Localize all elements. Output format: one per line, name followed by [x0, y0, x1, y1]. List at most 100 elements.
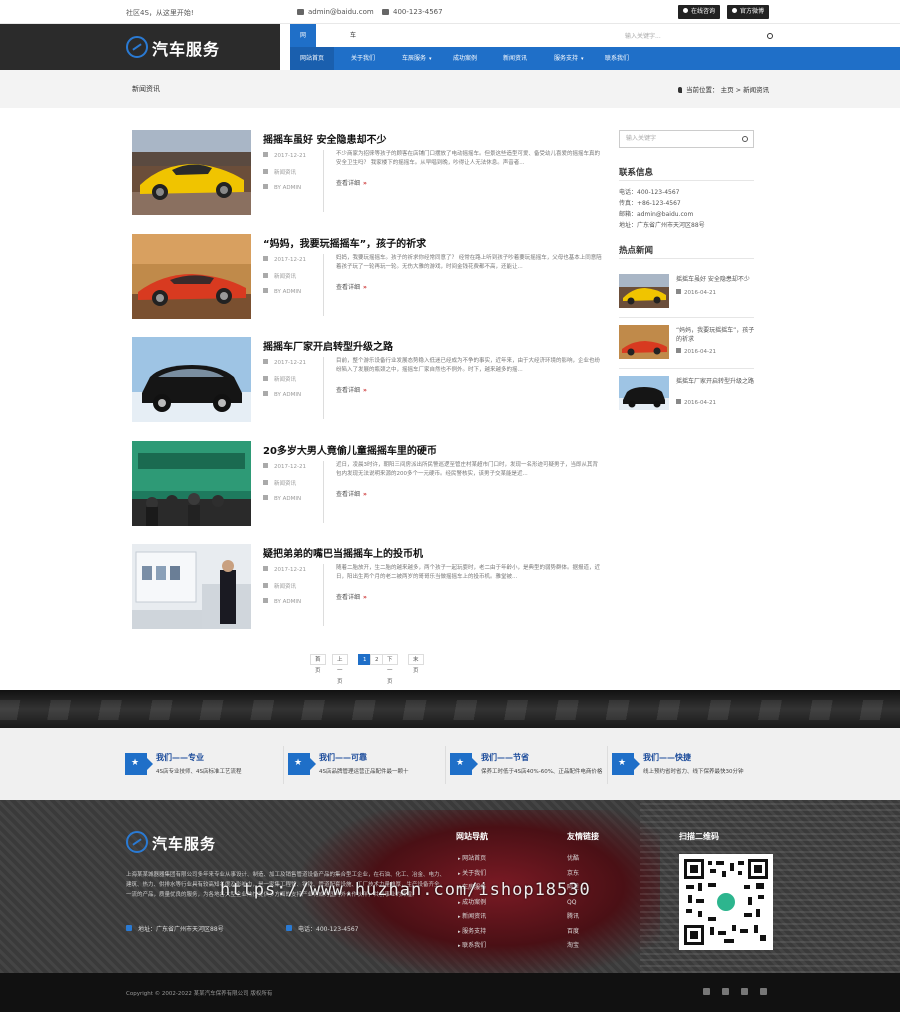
article-title[interactable]: 摇摇车厂家开启转型升级之路 — [263, 338, 393, 353]
hot-news-title[interactable]: 摇摇车虽好 安全隐患却不少 — [676, 275, 756, 284]
friend-links-heading: 友情链接 — [567, 832, 599, 841]
search-icon[interactable] — [767, 33, 773, 39]
hot-news-title[interactable]: “妈妈，我要玩摇摇车”，孩子的祈求 — [676, 326, 756, 344]
article-author: BY ADMIN — [263, 184, 301, 191]
article-title[interactable]: 疑把弟弟的嘴巴当摇摇车上的投币机 — [263, 545, 423, 560]
hot-news-date: 2016-04-21 — [676, 399, 716, 406]
hot-news-thumbnail[interactable] — [619, 376, 669, 410]
page-first[interactable]: 首页 — [310, 654, 326, 674]
article-thumbnail[interactable] — [132, 234, 251, 319]
qq-icon[interactable] — [741, 988, 748, 995]
read-more-link[interactable]: 查看详细» — [336, 282, 367, 291]
article-thumbnail[interactable] — [132, 130, 251, 215]
read-more-link[interactable]: 查看详细» — [336, 385, 367, 394]
phone-icon — [382, 9, 389, 15]
features-bar: ★ 我们——专业 4S店专业技师、4S店标准工艺流程 ★ 我们——可靠 4S店品… — [0, 728, 900, 800]
page-prev[interactable]: 上一页 — [332, 654, 348, 685]
sidebar-search-input[interactable]: 输入关键字 — [619, 130, 754, 148]
qr-logo-icon — [715, 891, 737, 913]
footer-nav-contact[interactable]: 联系我们 — [458, 939, 486, 954]
logo-area[interactable]: 汽车服务 — [0, 24, 280, 70]
calendar-icon — [676, 399, 681, 404]
footer-nav-list: 网站首页 关于我们 车房服务 成功案例 新闻资讯 服务支持 联系我们 — [458, 852, 486, 954]
official-weibo-label: 官方微博 — [740, 8, 765, 15]
article-title[interactable]: 20多岁大男人竟偷儿童摇摇车里的硬币 — [263, 442, 437, 457]
article-thumbnail[interactable] — [132, 441, 251, 526]
contact-fax: 传真：+86-123-4567 — [619, 200, 681, 207]
friend-link[interactable]: 淘宝 — [567, 939, 579, 954]
copyright-text: Copyright © 2002-2022 某某汽车保养有限公司 版权所有 — [126, 991, 273, 997]
contact-address: 地址：广东省广州市天河区88号 — [619, 222, 705, 229]
nav-news[interactable]: 新闻资讯 — [503, 47, 527, 70]
article-title[interactable]: 摇摇车虽好 安全隐患却不少 — [263, 131, 386, 146]
header-search-input[interactable]: 输入关键字... — [625, 30, 775, 43]
feature-title: 我们——可靠 — [319, 753, 367, 762]
friend-link[interactable]: 腾讯 — [567, 910, 579, 925]
online-consult-button[interactable]: 在线咨询 — [678, 5, 721, 19]
official-weibo-button[interactable]: 官方微博 — [727, 5, 770, 19]
breadcrumb-text[interactable]: 当前位置： 主页 > 新闻资讯 — [686, 86, 769, 94]
read-more-link[interactable]: 查看详细» — [336, 178, 367, 187]
online-consult-label: 在线咨询 — [691, 8, 716, 15]
nav-cases[interactable]: 成功案例 — [453, 47, 477, 70]
nav-home[interactable]: 网站首页 — [290, 47, 335, 70]
article-thumbnail[interactable] — [132, 337, 251, 422]
nav-contact[interactable]: 联系我们 — [605, 47, 629, 70]
divider — [619, 368, 754, 369]
social-icon-2[interactable] — [722, 988, 729, 995]
cart-icon[interactable] — [760, 988, 767, 995]
article-date: 2017-12-21 — [263, 256, 306, 263]
read-more-link[interactable]: 查看详细» — [336, 489, 367, 498]
footer-nav-support[interactable]: 服务支持 — [458, 925, 486, 940]
page-next[interactable]: 下一页 — [382, 654, 398, 685]
footer-nav-about[interactable]: 关于我们 — [458, 867, 486, 882]
nav-about[interactable]: 关于我们 — [351, 47, 375, 70]
article-thumbnail[interactable] — [132, 544, 251, 629]
article-category-text[interactable]: 新闻资讯 — [274, 274, 296, 280]
friend-link[interactable]: 京东 — [567, 867, 579, 882]
article-date-text: 2017-12-21 — [274, 153, 306, 159]
double-chevron-right-icon: » — [363, 284, 367, 291]
article-item: “妈妈，我要玩摇摇车”，孩子的祈求 2017-12-21 新闻资讯 BY ADM… — [132, 234, 602, 320]
footer-nav-news[interactable]: 新闻资讯 — [458, 910, 486, 925]
feature-desc: 保养工时低于4S店40%-60%、正品配件电商价格 — [481, 769, 603, 775]
hot-news-item[interactable]: 摇摇车厂家开启转型升级之路 2016-04-21 — [619, 376, 754, 418]
slogan-text: 社区4S，从这里开始! — [126, 9, 194, 17]
calendar-icon — [263, 152, 268, 157]
search-icon[interactable] — [742, 136, 748, 142]
site-header: 汽车服务 网站导航 车房服务 输入关键字... 网站首页 关于我们 车辰服务▾ … — [0, 24, 900, 108]
article-date-text: 2017-12-21 — [274, 464, 306, 470]
hot-news-item[interactable]: 摇摇车虽好 安全隐患却不少 2016-04-21 — [619, 274, 754, 316]
article-excerpt: 随着二胎放开，生二胎的越来越多，两个孩子一起玩耍时，老二由于年龄小，是典型的弱势… — [336, 565, 601, 580]
hot-news-date-text: 2016-04-21 — [684, 349, 716, 355]
article-category-text[interactable]: 新闻资讯 — [274, 377, 296, 383]
hot-news-thumbnail[interactable] — [619, 325, 669, 359]
nav-services[interactable]: 车辰服务 ▾ — [402, 47, 432, 70]
page-last[interactable]: 末页 — [408, 654, 424, 674]
article-category-text[interactable]: 新闻资讯 — [274, 481, 296, 487]
hot-news-thumbnail[interactable] — [619, 274, 669, 308]
logo-text: 汽车服务 — [152, 40, 221, 59]
social-icon-1[interactable] — [703, 988, 710, 995]
friend-link[interactable]: 优酷 — [567, 852, 579, 867]
tag-icon — [263, 376, 268, 381]
hot-news-title[interactable]: 摇摇车厂家开启转型升级之路 — [676, 377, 756, 386]
feature-item: ★ 我们——可靠 4S店品牌管理运营正品配件最一颗十 — [288, 750, 448, 780]
article-category-text[interactable]: 新闻资讯 — [274, 584, 296, 590]
location-pin-icon — [126, 925, 132, 931]
hot-news-item[interactable]: “妈妈，我要玩摇摇车”，孩子的祈求 2016-04-21 — [619, 325, 754, 367]
article-date: 2017-12-21 — [263, 566, 306, 573]
article-author: BY ADMIN — [263, 391, 301, 398]
divider — [283, 746, 284, 784]
star-icon: ★ — [125, 753, 153, 775]
article-category-text[interactable]: 新闻资讯 — [274, 170, 296, 176]
tab-site-nav[interactable]: 网站导航 — [290, 24, 317, 108]
article-title[interactable]: “妈妈，我要玩摇摇车”，孩子的祈求 — [263, 235, 426, 250]
phone-text: 400-123-4567 — [393, 8, 443, 16]
calendar-icon — [263, 359, 268, 364]
tab-car-service[interactable]: 车房服务 — [340, 24, 366, 108]
read-more-link[interactable]: 查看详细» — [336, 592, 367, 601]
footer-nav-home[interactable]: 网站首页 — [458, 852, 486, 867]
friend-link[interactable]: 百度 — [567, 925, 579, 940]
nav-support[interactable]: 服务支持 ▾ — [554, 47, 584, 70]
